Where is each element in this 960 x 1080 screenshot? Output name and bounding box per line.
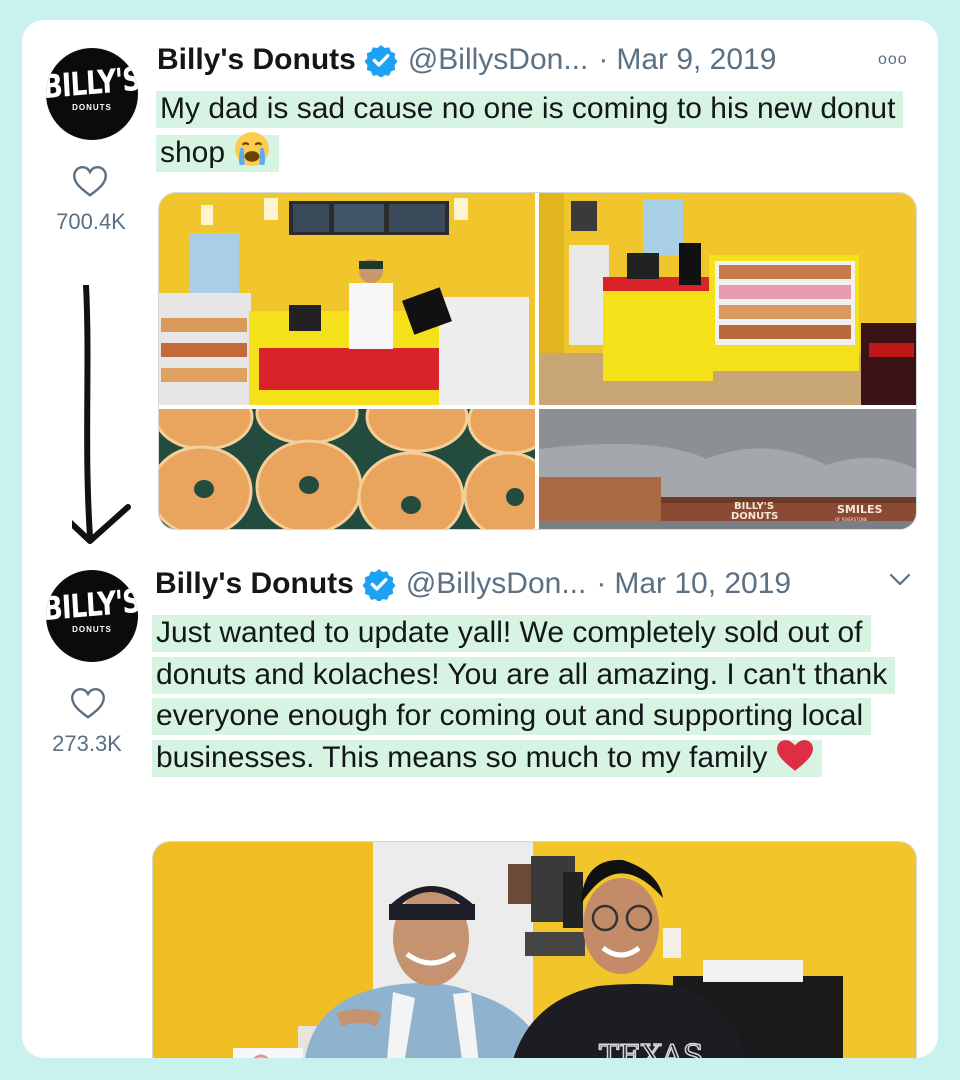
more-icon[interactable]: ooo xyxy=(878,51,908,69)
tweet-media-photo[interactable]: TEXAS xyxy=(152,841,917,1058)
avatar[interactable]: BILLY'S DONUTS xyxy=(46,570,138,662)
shirt-text: TEXAS xyxy=(599,1039,703,1058)
like-count: 273.3K xyxy=(52,731,122,756)
tweet-date[interactable]: Mar 9, 2019 xyxy=(616,43,776,77)
crying-emoji-icon xyxy=(235,131,270,166)
red-heart-emoji-icon xyxy=(776,739,813,771)
heart-icon[interactable] xyxy=(70,686,106,720)
separator-dot: · xyxy=(596,567,607,600)
user-handle[interactable]: @BillysDon... xyxy=(406,567,587,601)
media-photo-storefront[interactable]: BILLY'S DONUTS SMILES OF RIVERSTONE xyxy=(539,409,916,529)
media-photo-donuts[interactable] xyxy=(159,409,535,529)
tweet-header: Billy's Donuts @BillysDon... · Mar 9, 20… xyxy=(157,40,776,80)
tweet-card: BILLY'S DONUTS 700.4K Billy's Donuts @Bi… xyxy=(22,20,938,1058)
separator-dot: · xyxy=(598,43,609,76)
sign-right: SMILES xyxy=(837,503,882,516)
tweet-text: My dad is sad cause no one is coming to … xyxy=(156,88,904,173)
tweet-date[interactable]: Mar 10, 2019 xyxy=(614,567,791,601)
display-name[interactable]: Billy's Donuts xyxy=(157,43,356,77)
tweet-media-grid: BILLY'S DONUTS SMILES OF RIVERSTONE xyxy=(158,192,917,530)
avatar-logo: BILLY'S xyxy=(46,60,138,107)
verified-badge-icon xyxy=(362,569,396,601)
user-handle[interactable]: @BillysDon... xyxy=(408,43,589,77)
sign-left-line2: DONUTS xyxy=(731,511,778,522)
tweet-text: Just wanted to update yall! We completel… xyxy=(152,612,902,778)
display-name[interactable]: Billy's Donuts xyxy=(155,567,354,601)
down-arrow-icon xyxy=(72,285,131,544)
heart-icon[interactable] xyxy=(72,164,108,198)
media-photo-counter[interactable] xyxy=(159,193,535,405)
avatar[interactable]: BILLY'S DONUTS xyxy=(46,48,138,140)
media-photo-display-case[interactable] xyxy=(539,193,916,405)
chevron-down-icon[interactable] xyxy=(888,572,912,588)
tweet-header: Billy's Donuts @BillysDon... · Mar 10, 2… xyxy=(155,564,791,604)
avatar-logo: BILLY'S xyxy=(46,582,138,629)
like-count: 700.4K xyxy=(56,209,126,234)
sign-right-sub: OF RIVERSTONE xyxy=(835,517,868,522)
verified-badge-icon xyxy=(364,45,398,77)
